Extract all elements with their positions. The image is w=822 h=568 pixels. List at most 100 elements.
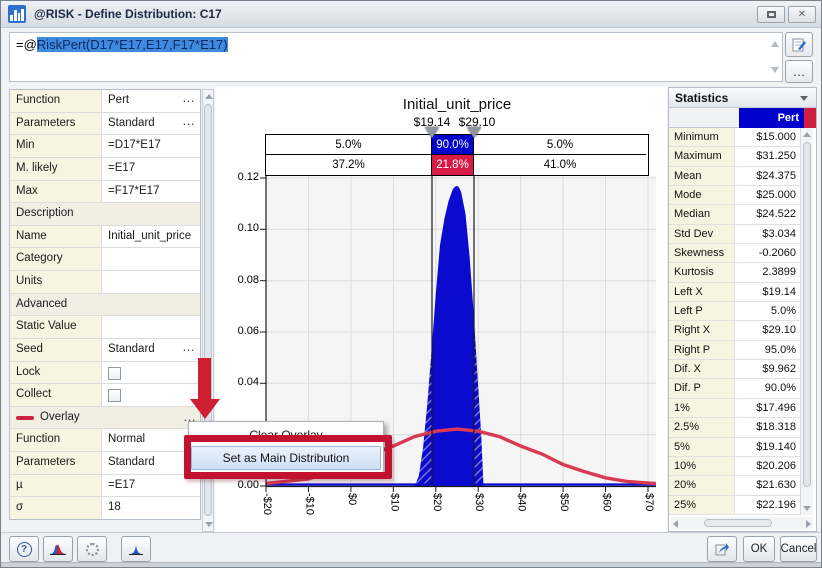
edit-reference-button[interactable] bbox=[785, 32, 813, 57]
window-resize-edge[interactable] bbox=[1, 562, 821, 567]
band-center-bottom: 21.8% bbox=[432, 155, 474, 175]
stat-value: 2.3899 bbox=[735, 263, 800, 281]
close-button[interactable]: ✕ bbox=[788, 6, 816, 23]
right-delimiter-handle[interactable] bbox=[467, 127, 481, 138]
scroll-down-icon[interactable] bbox=[205, 522, 213, 527]
stats-row: Median $24.522 bbox=[669, 205, 800, 224]
param-value-static[interactable] bbox=[102, 316, 200, 338]
scroll-left-icon[interactable] bbox=[673, 520, 678, 528]
ellipsis-icon[interactable]: … bbox=[182, 90, 196, 105]
scrollbar-thumb[interactable] bbox=[803, 142, 811, 487]
cancel-button[interactable]: Cancel bbox=[780, 536, 817, 562]
stats-row: 2.5% $18.318 bbox=[669, 418, 800, 437]
stat-label: Std Dev bbox=[669, 225, 735, 243]
stat-label: Maximum bbox=[669, 147, 735, 165]
stat-label: Left P bbox=[669, 302, 735, 320]
stat-value: $18.318 bbox=[735, 418, 800, 436]
section-overlay: Overlay… bbox=[10, 407, 200, 430]
stats-row: Mean $24.375 bbox=[669, 167, 800, 186]
define-distribution-dialog: @RISK - Define Distribution: C17 ✕ =@Ris… bbox=[0, 0, 822, 568]
param-row-collect: Collect bbox=[10, 384, 200, 407]
ellipsis-icon[interactable]: … bbox=[182, 113, 196, 128]
ellipsis-icon: … bbox=[793, 64, 806, 79]
settings-button[interactable] bbox=[77, 536, 107, 562]
stat-value: $29.10 bbox=[735, 321, 800, 339]
annotation-highlight-box bbox=[184, 435, 392, 479]
param-row-function: FunctionPert… bbox=[10, 90, 200, 113]
stat-value: $25.000 bbox=[735, 186, 800, 204]
annotation-arrow-head bbox=[190, 399, 220, 419]
scroll-right-icon[interactable] bbox=[806, 520, 811, 528]
title-bar[interactable]: @RISK - Define Distribution: C17 ✕ bbox=[1, 1, 821, 28]
formula-scroll-down-icon[interactable] bbox=[771, 67, 779, 73]
maximize-button[interactable] bbox=[757, 6, 785, 23]
distribution-view-button[interactable] bbox=[121, 536, 151, 562]
y-tick-label: 0.06 bbox=[223, 325, 259, 339]
formula-options-button[interactable]: … bbox=[785, 60, 813, 83]
scroll-down-icon[interactable] bbox=[803, 506, 811, 511]
band-left-bottom: 37.2% bbox=[266, 155, 432, 175]
statistics-column-header: Pert bbox=[669, 108, 816, 128]
param-value-category[interactable] bbox=[102, 248, 200, 270]
param-value-seed[interactable]: Standard… bbox=[102, 339, 200, 361]
insert-in-cell-button[interactable] bbox=[707, 536, 737, 562]
overlay-column-sliver bbox=[804, 108, 816, 128]
stat-value: 95.0% bbox=[735, 341, 800, 359]
param-row-max: Max=F17*E17 bbox=[10, 181, 200, 204]
probability-bands: 5.0% 90.0% 5.0% 37.2% 21.8% 41.0% bbox=[265, 134, 649, 176]
stats-row: Std Dev $3.034 bbox=[669, 225, 800, 244]
collect-checkbox[interactable] bbox=[108, 389, 121, 402]
arrow-export-icon bbox=[714, 541, 730, 557]
gear-icon bbox=[86, 543, 99, 556]
stat-value: 90.0% bbox=[735, 379, 800, 397]
stats-row: 25% $22.196 bbox=[669, 496, 800, 515]
statistics-rows: Minimum $15.000 Maximum $31.250 Mean $24… bbox=[669, 128, 800, 515]
param-value-function[interactable]: Pert… bbox=[102, 90, 200, 112]
x-tick-label: $0 bbox=[344, 493, 358, 529]
y-tick-label: 0.10 bbox=[223, 222, 259, 236]
scroll-up-icon[interactable] bbox=[205, 94, 213, 99]
window-title: @RISK - Define Distribution: C17 bbox=[34, 7, 222, 21]
stats-row: Kurtosis 2.3899 bbox=[669, 263, 800, 282]
stat-value: -0.2060 bbox=[735, 244, 800, 262]
param-value-name[interactable]: Initial_unit_price bbox=[102, 226, 200, 248]
left-delimiter-handle[interactable] bbox=[425, 127, 439, 138]
stat-value: $9.962 bbox=[735, 360, 800, 378]
x-tick-label: -$20 bbox=[259, 493, 273, 529]
stats-row: Left P 5.0% bbox=[669, 302, 800, 321]
stat-label: Skewness bbox=[669, 244, 735, 262]
param-value-max[interactable]: =F17*E17 bbox=[102, 181, 200, 203]
edit-note-icon bbox=[791, 37, 807, 53]
scrollbar-thumb[interactable] bbox=[704, 519, 772, 527]
lock-checkbox[interactable] bbox=[108, 367, 121, 380]
ok-button[interactable]: OK bbox=[743, 536, 775, 562]
param-value-mlikely[interactable]: =E17 bbox=[102, 158, 200, 180]
ellipsis-icon[interactable]: … bbox=[182, 339, 196, 354]
stat-label: 10% bbox=[669, 457, 735, 475]
stat-label: Dif. P bbox=[669, 379, 735, 397]
chevron-down-icon[interactable] bbox=[800, 96, 808, 101]
param-value-min[interactable]: =D17*E17 bbox=[102, 135, 200, 157]
formula-scroll-up-icon[interactable] bbox=[771, 41, 779, 47]
x-tick-label: $40 bbox=[514, 493, 528, 529]
param-row-overlay-function: FunctionNormal bbox=[10, 429, 200, 452]
stat-label: Minimum bbox=[669, 128, 735, 146]
param-row-name: NameInitial_unit_price bbox=[10, 226, 200, 249]
param-value-units[interactable] bbox=[102, 271, 200, 293]
help-button[interactable]: ? bbox=[9, 536, 39, 562]
overlay-distribution-button[interactable] bbox=[43, 536, 73, 562]
formula-input[interactable]: =@RiskPert(D17*E17,E17,F17*E17) bbox=[9, 32, 783, 82]
param-value-parameters[interactable]: Standard… bbox=[102, 113, 200, 135]
param-row-min: Min=D17*E17 bbox=[10, 135, 200, 158]
scroll-up-icon[interactable] bbox=[803, 132, 811, 137]
atrisk-app-icon bbox=[8, 5, 26, 23]
stats-row: Left X $19.14 bbox=[669, 283, 800, 302]
stat-value: $19.14 bbox=[735, 283, 800, 301]
stat-label: 1% bbox=[669, 399, 735, 417]
statistics-hscrollbar[interactable] bbox=[671, 517, 813, 529]
y-tick-label: 0.08 bbox=[223, 274, 259, 288]
stat-value: $24.375 bbox=[735, 167, 800, 185]
statistics-vscrollbar[interactable] bbox=[800, 128, 813, 515]
help-icon: ? bbox=[17, 542, 32, 557]
param-value-sigma[interactable]: 18 bbox=[102, 497, 200, 519]
